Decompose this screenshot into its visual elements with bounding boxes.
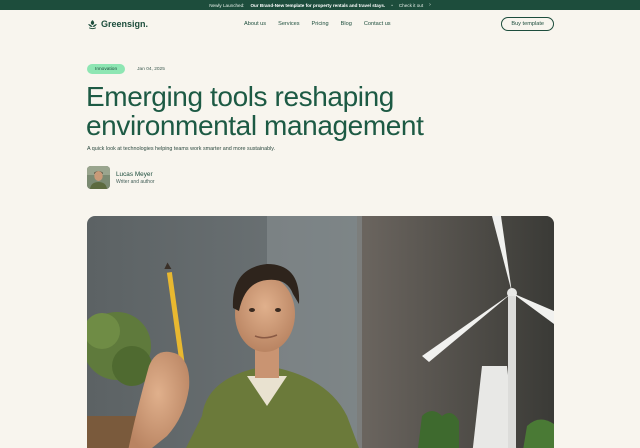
author-avatar [87, 166, 110, 189]
category-tag[interactable]: Innovation [87, 64, 126, 74]
banner-separator: • [391, 2, 393, 8]
nav-item-services[interactable]: Services [278, 21, 299, 27]
brand-logo[interactable]: Greensign. [87, 19, 148, 30]
article-meta: Innovation Jan 04, 2025 [87, 64, 165, 74]
author-role: Writer and author [116, 178, 155, 185]
nav-item-contact[interactable]: Contact us [364, 21, 391, 27]
nav-item-blog[interactable]: Blog [341, 21, 352, 27]
brand-name: Greensign. [101, 19, 149, 29]
nav-menu: About us Services Pricing Blog Contact u… [244, 14, 391, 34]
banner-cta-link[interactable]: Check it out [399, 3, 423, 8]
nav-item-pricing[interactable]: Pricing [312, 21, 329, 27]
announcement-banner: Newly Launched: Our Brand-New template f… [0, 0, 640, 10]
top-navigation: Greensign. About us Services Pricing Blo… [87, 14, 554, 34]
article-subtitle: A quick look at technologies helping tea… [87, 146, 276, 152]
leaf-logo-icon [88, 19, 97, 29]
nav-item-about[interactable]: About us [244, 21, 266, 27]
author-block: Lucas Meyer Writer and author [87, 166, 155, 189]
chevron-right-icon[interactable]: › [429, 2, 431, 8]
article-title: Emerging tools reshaping environmental m… [86, 81, 424, 141]
author-name: Lucas Meyer [116, 170, 153, 178]
banner-prefix: Newly Launched: [209, 2, 245, 8]
buy-template-button[interactable]: Buy template [501, 17, 554, 31]
banner-highlight: Our Brand-New template for property rent… [250, 2, 386, 8]
hero-image [87, 216, 554, 448]
publish-date: Jan 04, 2025 [137, 66, 165, 72]
